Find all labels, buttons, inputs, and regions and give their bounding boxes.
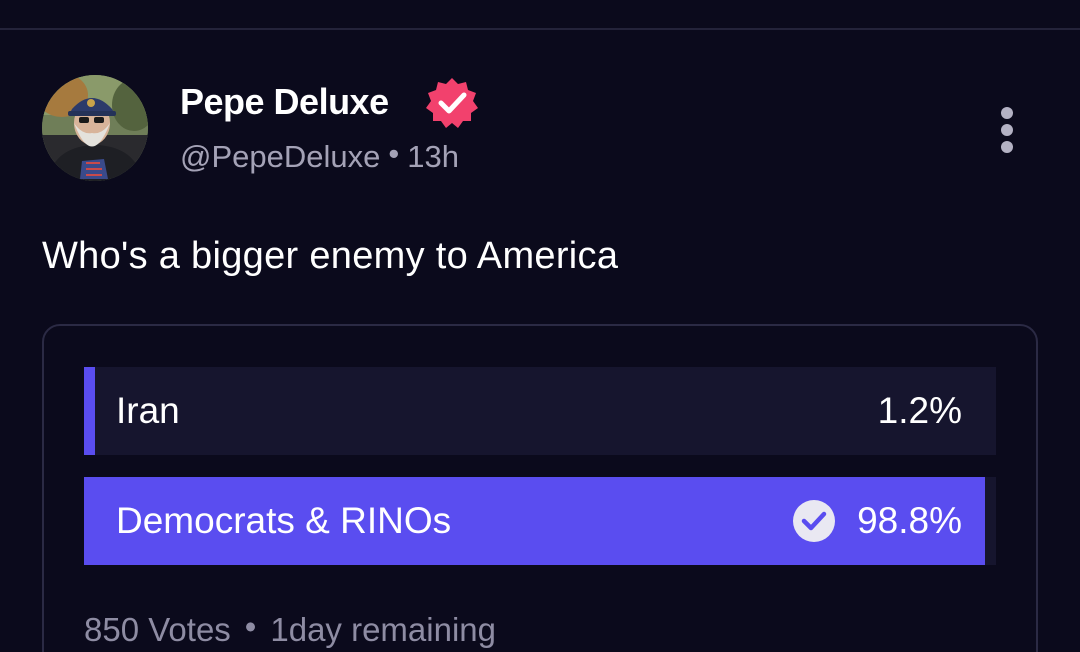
poll-option-label: Democrats & RINOs: [116, 500, 452, 541]
poll-bar-fill: [84, 367, 95, 455]
verified-badge-icon: [426, 78, 478, 128]
post-text: Who's a bigger enemy to America: [42, 235, 619, 277]
user-handle[interactable]: @PepeDeluxe: [180, 139, 380, 174]
more-options-icon[interactable]: [990, 102, 1024, 158]
post-time: 13h: [407, 139, 459, 174]
meta-separator: •: [388, 136, 400, 171]
poll-option-percent: 1.2%: [877, 390, 962, 431]
avatar-photo: [42, 75, 148, 181]
footer-separator: •: [244, 608, 257, 645]
user-avatar[interactable]: [42, 75, 148, 181]
poll-option-iran[interactable]: Iran 1.2%: [84, 367, 996, 455]
poll-option-democrats-rinos[interactable]: Democrats & RINOs 98.8%: [84, 477, 996, 565]
poll-footer: 850 Votes • 1day remaining: [84, 608, 496, 652]
selected-check-icon: [793, 500, 835, 542]
poll-option-percent: 98.8%: [857, 500, 962, 541]
poll-time-remaining: 1day remaining: [270, 611, 496, 648]
poll-option-label: Iran: [116, 390, 180, 431]
top-divider: [0, 28, 1080, 30]
display-name[interactable]: Pepe Deluxe: [180, 80, 389, 124]
post-view: Pepe Deluxe @PepeDeluxe • 13h Who's a bigg…: [0, 0, 1080, 652]
post-meta: @PepeDeluxe • 13h: [180, 136, 459, 177]
poll-vote-count: 850 Votes: [84, 611, 231, 648]
